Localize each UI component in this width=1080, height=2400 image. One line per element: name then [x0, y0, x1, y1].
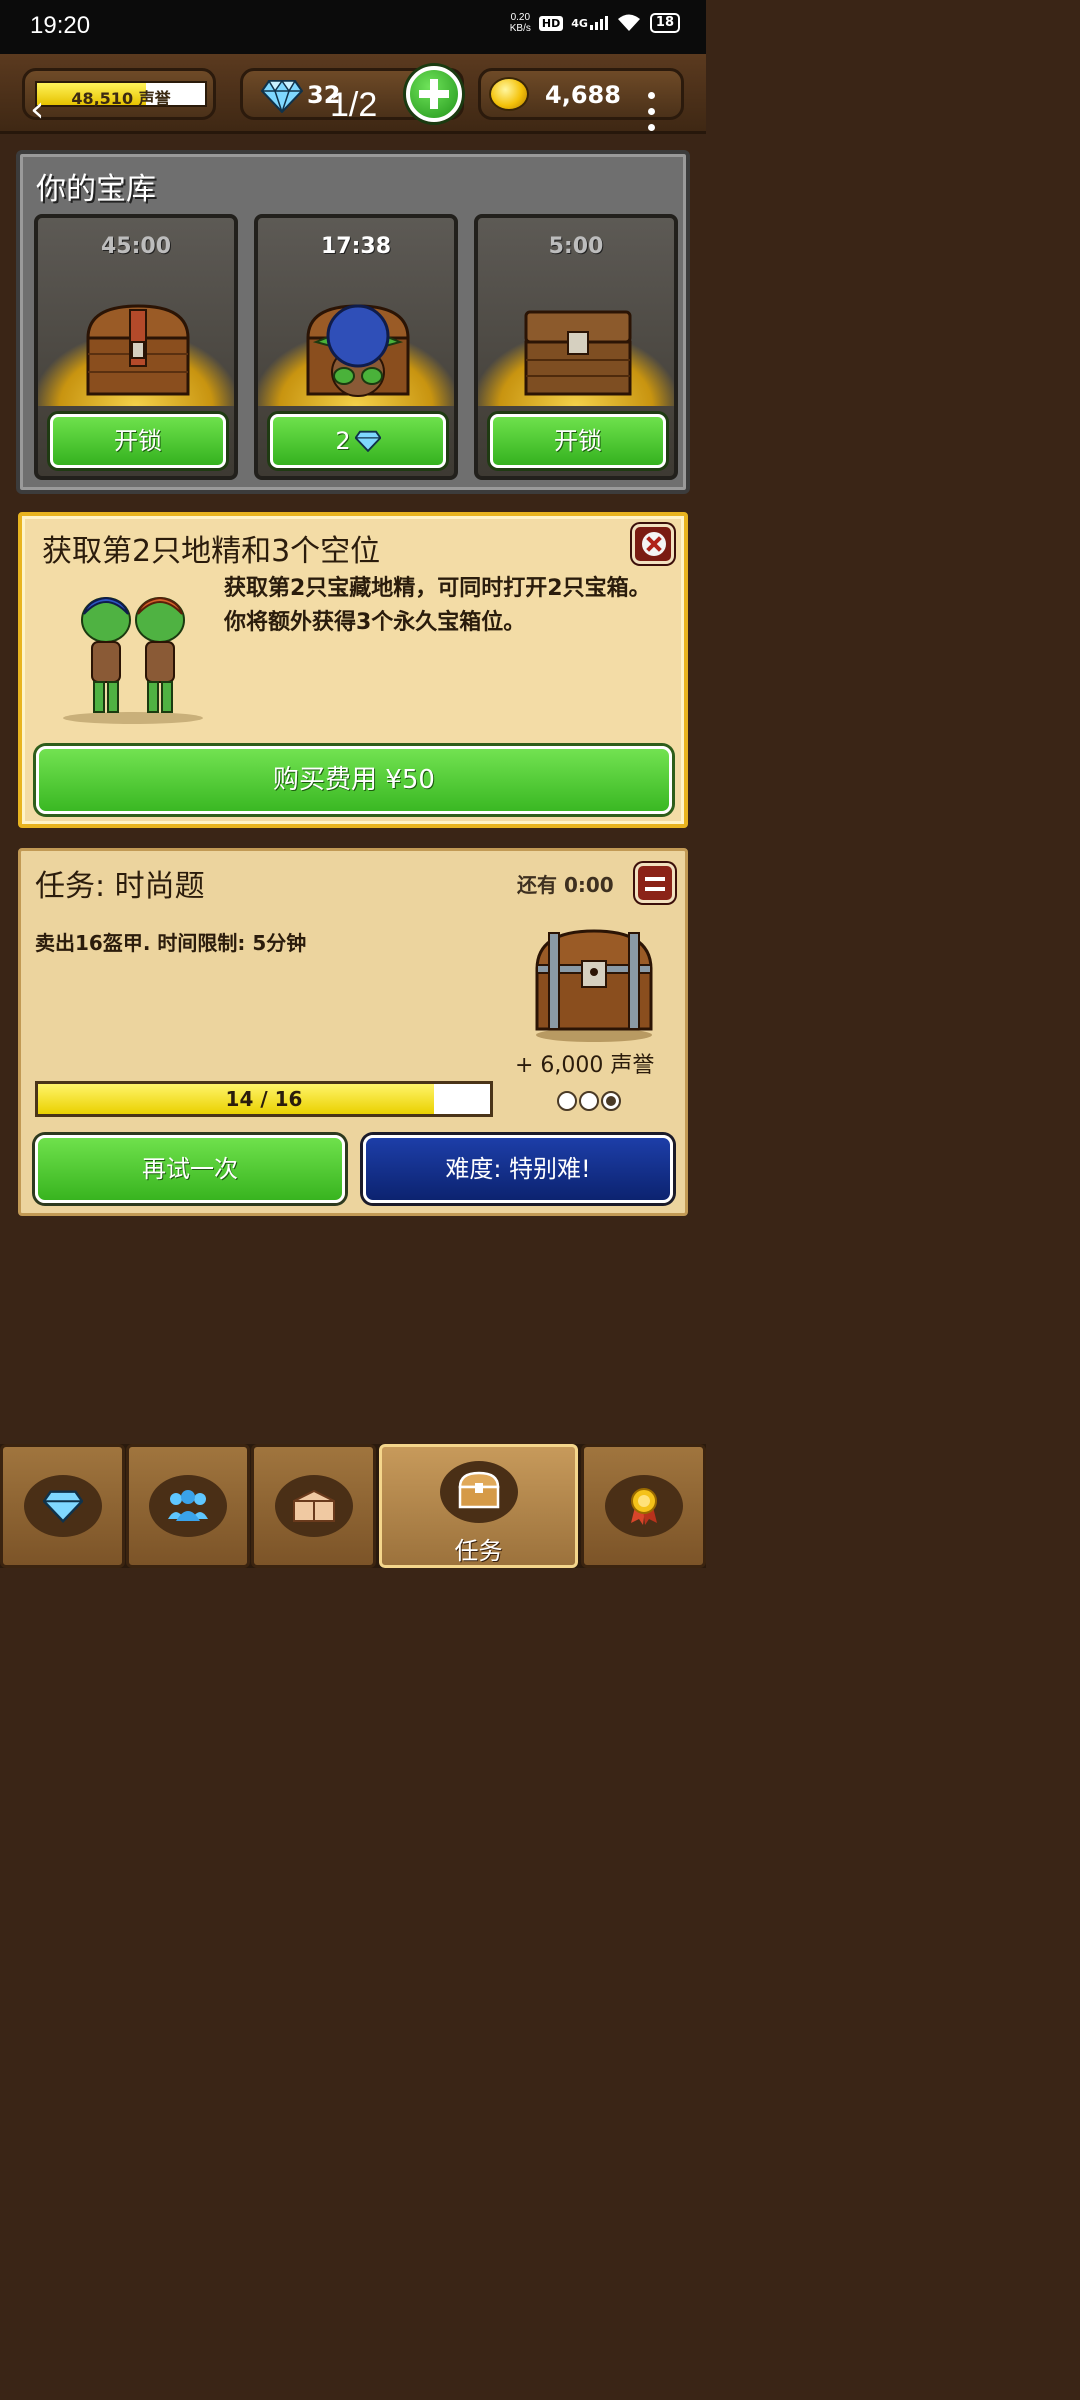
close-offer-button[interactable] [632, 524, 674, 564]
add-gems-button[interactable] [406, 66, 462, 122]
difficulty-dot [579, 1091, 599, 1111]
tab-quests[interactable]: 任务 [379, 1444, 578, 1568]
reputation-bar: 48,510 声誉 [35, 81, 207, 108]
goblin-chest-icon [306, 304, 410, 397]
network-speed: 0.20 KB/s [509, 12, 531, 34]
vault-slot-1[interactable]: 45:00 开锁 [34, 214, 238, 480]
slot-timer: 17:38 [320, 234, 392, 259]
tab-social[interactable] [126, 1444, 250, 1568]
quest-reward: + 6,000 声誉 [515, 1053, 655, 1078]
difficulty-dot [601, 1091, 621, 1111]
buy-button[interactable]: 购买费用 ¥50 [36, 746, 672, 814]
crate-icon [292, 1489, 335, 1522]
tab-achievements[interactable] [581, 1444, 706, 1568]
medal-icon [630, 1488, 657, 1525]
status-bar: 19:20 0.20 KB/s HD 4G 18 [0, 0, 706, 54]
tab-shop[interactable] [251, 1444, 376, 1568]
offer-description: 获取第2只宝藏地精，可同时打开2只宝箱。你将额外获得3个永久宝箱位。 [224, 576, 651, 635]
bottom-nav: 任务 [0, 1444, 706, 1568]
wooden-chest-icon [86, 304, 190, 396]
vault-panel: 你的宝库 45:00 开锁 17:38 2 5:00 开锁 [16, 150, 690, 494]
gem-icon [354, 430, 381, 452]
close-icon [642, 532, 666, 556]
battery-icon: 18 [649, 13, 680, 33]
hd-icon: HD [538, 15, 564, 31]
slot-timer: 5:00 [548, 234, 604, 259]
vault-title: 你的宝库 [36, 172, 156, 207]
vault-slot-2[interactable]: 17:38 2 [254, 214, 458, 480]
reward-chest-icon [535, 929, 653, 1042]
swap-quest-button[interactable] [635, 863, 675, 903]
gem-icon [261, 79, 303, 113]
quest-task: 卖出16盔甲. 时间限制: 5分钟 [35, 931, 307, 955]
back-button[interactable]: ‹ [30, 92, 44, 128]
slot-timer: 45:00 [100, 234, 172, 259]
quest-progress-text: 14 / 16 [225, 1087, 303, 1111]
status-time: 19:20 [30, 12, 91, 39]
unlock-button[interactable]: 开锁 [490, 414, 666, 468]
goblin-offer-panel: 获取第2只地精和3个空位 获取第2只宝藏地精，可同时打开2只宝箱。你将额外获得3… [18, 512, 688, 828]
quest-time-remaining: 还有 0:00 [517, 873, 614, 897]
difficulty-indicator [557, 1091, 621, 1111]
difficulty-button[interactable]: 难度: 特别难! [363, 1135, 673, 1203]
quest-progress-bar: 14 / 16 [35, 1081, 493, 1117]
unlock-button[interactable]: 开锁 [50, 414, 226, 468]
quest-title: 任务: 时尚题 [35, 869, 205, 904]
wifi-icon [617, 14, 640, 31]
coin-icon [489, 77, 529, 111]
vault-slot-3[interactable]: 5:00 开锁 [474, 214, 678, 480]
more-menu-icon[interactable] [646, 92, 658, 131]
offer-title: 获取第2只地精和3个空位 [42, 534, 381, 569]
reputation-panel: 48,510 声誉 [22, 68, 216, 120]
difficulty-dot [557, 1091, 577, 1111]
tab-gems[interactable] [0, 1444, 125, 1568]
chest-icon [458, 1471, 499, 1509]
status-icons: 0.20 KB/s HD 4G 18 [510, 12, 680, 34]
goblins-illustration [63, 596, 203, 724]
gold-count: 4,688 [545, 81, 621, 109]
retry-button[interactable]: 再试一次 [35, 1135, 345, 1203]
quest-panel: 任务: 时尚题 还有 0:00 卖出16盔甲. 时间限制: 5分钟 + 6,00… [18, 848, 688, 1216]
gem-icon [42, 1490, 83, 1523]
people-icon [168, 1490, 208, 1521]
plain-chest-icon [524, 310, 632, 396]
tab-quests-label: 任务 [454, 1537, 503, 1565]
page-indicator: 1/2 [330, 86, 378, 124]
reputation-text: 48,510 声誉 [71, 89, 171, 108]
signal-icon: 4G [571, 16, 608, 30]
gem-unlock-button[interactable]: 2 [270, 414, 446, 468]
